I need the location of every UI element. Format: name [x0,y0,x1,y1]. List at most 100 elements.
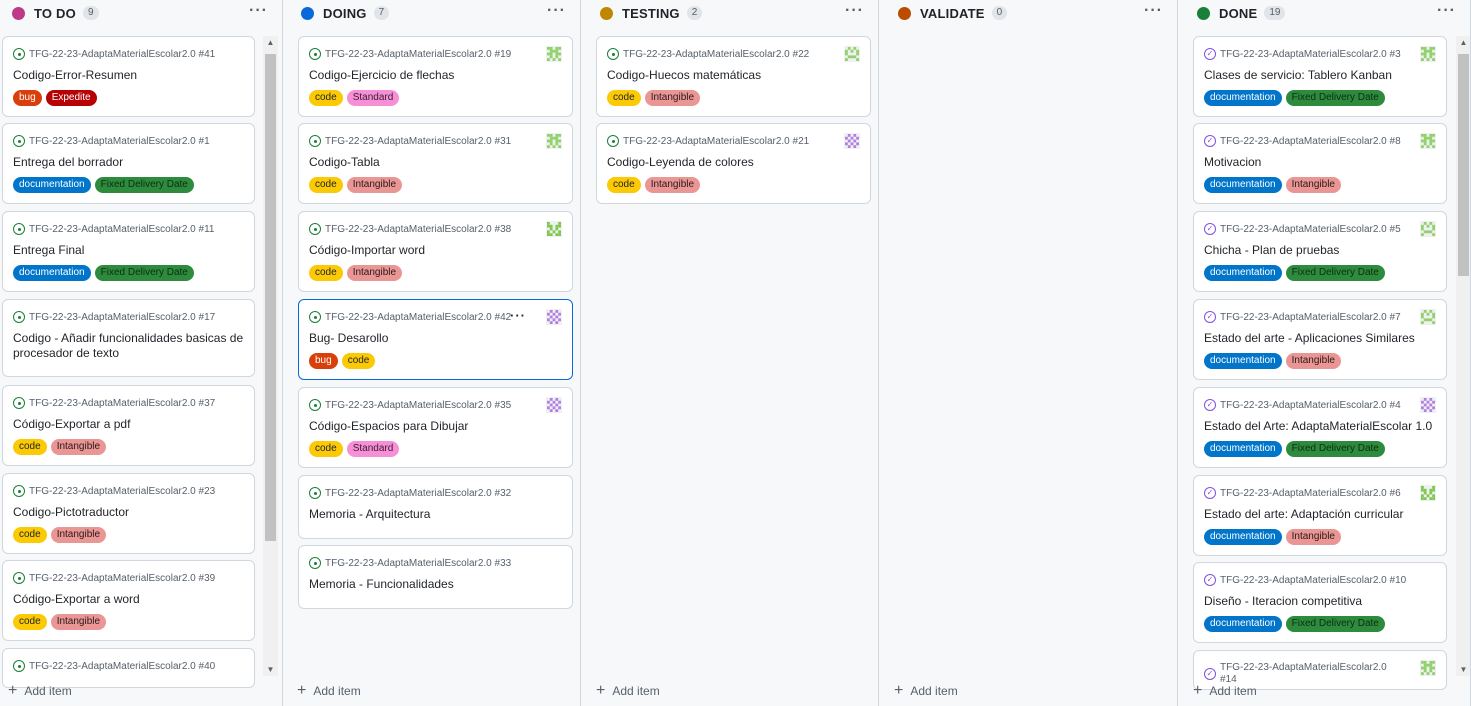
label-standard[interactable]: Standard [346,90,400,106]
scroll-down-icon[interactable]: ▼ [1456,665,1470,674]
label-documentation[interactable]: documentation [1204,265,1282,281]
issue-title[interactable]: Código-Espacios para Dibujar [309,419,562,434]
issue-reference[interactable]: TFG-22-23-AdaptaMaterialEscolar2.0 #33 [309,557,511,569]
issue-card[interactable]: ✓ TFG-22-23-AdaptaMaterialEscolar2.0 #10 D… [1193,562,1447,643]
column-scrollbar[interactable]: ▲ ▼ [263,36,278,676]
label-bug[interactable]: bug [309,353,338,369]
label-fixed-delivery-date[interactable]: Fixed Delivery Date [1285,441,1385,457]
label-documentation[interactable]: documentation [1204,353,1282,369]
label-intangible[interactable]: Intangible [1285,529,1341,545]
issue-title[interactable]: Codigo - Añadir funcionalidades basicas … [13,331,244,361]
issue-card[interactable]: TFG-22-23-AdaptaMaterialEscolar2.0 #41 Co… [2,36,255,117]
assignee-avatar[interactable] [1420,133,1436,149]
column-menu-icon[interactable]: ··· [1144,2,1163,20]
label-code[interactable]: code [607,90,641,106]
issue-card[interactable]: TFG-22-23-AdaptaMaterialEscolar2.0 #22 Co… [596,36,871,117]
issue-title[interactable]: Código-Exportar a pdf [13,417,244,432]
column-menu-icon[interactable]: ··· [249,2,268,20]
label-code[interactable]: code [309,441,343,457]
issue-reference[interactable]: TFG-22-23-AdaptaMaterialEscolar2.0 #31 [309,135,511,147]
issue-title[interactable]: Codigo-Leyenda de colores [607,155,860,170]
column-menu-icon[interactable]: ··· [1437,2,1456,20]
issue-reference[interactable]: ✓ TFG-22-23-AdaptaMaterialEscolar2.0 #3 [1204,48,1401,60]
column-menu-icon[interactable]: ··· [845,2,864,20]
issue-reference[interactable]: TFG-22-23-AdaptaMaterialEscolar2.0 #40 [13,660,215,672]
issue-title[interactable]: Codigo-Tabla [309,155,562,170]
label-code[interactable]: code [607,177,641,193]
scroll-up-icon[interactable]: ▲ [1456,38,1470,47]
issue-card[interactable]: TFG-22-23-AdaptaMaterialEscolar2.0 #23 Co… [2,473,255,554]
label-documentation[interactable]: documentation [1204,177,1282,193]
column-scrollbar[interactable]: ▲ ▼ [1456,36,1470,676]
label-code[interactable]: code [13,614,47,630]
assignee-avatar[interactable] [546,46,562,62]
issue-title[interactable]: Bug- Desarollo [309,331,562,346]
scroll-down-icon[interactable]: ▼ [263,665,278,674]
assignee-avatar[interactable] [546,309,562,325]
label-code[interactable]: code [13,439,47,455]
issue-reference[interactable]: ✓ TFG-22-23-AdaptaMaterialEscolar2.0 #4 [1204,399,1401,411]
issue-title[interactable]: Diseño - Iteracion competitiva [1204,594,1436,609]
issue-card[interactable]: TFG-22-23-AdaptaMaterialEscolar2.0 #35 Có… [298,387,573,468]
assignee-avatar[interactable] [844,46,860,62]
assignee-avatar[interactable] [1420,397,1436,413]
issue-card[interactable]: ✓ TFG-22-23-AdaptaMaterialEscolar2.0 #7 Es… [1193,299,1447,380]
issue-reference[interactable]: TFG-22-23-AdaptaMaterialEscolar2.0 #19 [309,48,511,60]
label-code[interactable]: code [341,353,376,369]
add-item-button[interactable]: + Add item [894,682,958,700]
issue-reference[interactable]: TFG-22-23-AdaptaMaterialEscolar2.0 #21 [607,135,809,147]
label-documentation[interactable]: documentation [13,177,91,193]
label-bug[interactable]: bug [13,90,42,106]
label-intangible[interactable]: Intangible [1285,177,1341,193]
issue-title[interactable]: Entrega del borrador [13,155,244,170]
label-fixed-delivery-date[interactable]: Fixed Delivery Date [1285,90,1385,106]
assignee-avatar[interactable] [1420,660,1436,676]
issue-reference[interactable]: TFG-22-23-AdaptaMaterialEscolar2.0 #42 [309,311,511,323]
add-item-button[interactable]: + Add item [596,682,660,700]
label-code[interactable]: code [13,527,47,543]
issue-reference[interactable]: TFG-22-23-AdaptaMaterialEscolar2.0 #35 [309,399,511,411]
add-item-button[interactable]: + Add item [1193,682,1257,700]
issue-reference[interactable]: TFG-22-23-AdaptaMaterialEscolar2.0 #23 [13,485,215,497]
assignee-avatar[interactable] [1420,46,1436,62]
label-fixed-delivery-date[interactable]: Fixed Delivery Date [94,177,194,193]
assignee-avatar[interactable] [844,133,860,149]
label-intangible[interactable]: Intangible [644,90,701,106]
issue-card[interactable]: TFG-22-23-AdaptaMaterialEscolar2.0 #42 Bu… [298,299,573,380]
issue-card[interactable]: TFG-22-23-AdaptaMaterialEscolar2.0 #19 Co… [298,36,573,117]
issue-card[interactable]: TFG-22-23-AdaptaMaterialEscolar2.0 #39 Có… [2,560,255,641]
issue-title[interactable]: Codigo-Huecos matemáticas [607,68,860,83]
label-intangible[interactable]: Intangible [50,527,107,543]
issue-title[interactable]: Memoria - Funcionalidades [309,577,562,592]
issue-title[interactable]: Codigo-Pictotraductor [13,505,244,520]
issue-title[interactable]: Clases de servicio: Tablero Kanban [1204,68,1436,83]
label-fixed-delivery-date[interactable]: Fixed Delivery Date [1285,616,1385,632]
issue-card[interactable]: ✓ TFG-22-23-AdaptaMaterialEscolar2.0 #5 Ch… [1193,211,1447,292]
issue-reference[interactable]: TFG-22-23-AdaptaMaterialEscolar2.0 #37 [13,397,215,409]
issue-title[interactable]: Código-Exportar a word [13,592,244,607]
add-item-button[interactable]: + Add item [297,682,361,700]
issue-title[interactable]: Codigo-Ejercicio de flechas [309,68,562,83]
column-menu-icon[interactable]: ··· [547,2,566,20]
issue-title[interactable]: Memoria - Arquitectura [309,507,562,522]
issue-title[interactable]: Estado del Arte: AdaptaMaterialEscolar 1… [1204,419,1436,434]
label-intangible[interactable]: Intangible [644,177,701,193]
label-code[interactable]: code [309,177,343,193]
issue-title[interactable]: Estado del arte - Aplicaciones Similares [1204,331,1436,346]
label-documentation[interactable]: documentation [1204,441,1282,457]
issue-title[interactable]: Entrega Final [13,243,244,258]
label-documentation[interactable]: documentation [1204,529,1282,545]
issue-reference[interactable]: ✓ TFG-22-23-AdaptaMaterialEscolar2.0 #8 [1204,135,1401,147]
issue-reference[interactable]: TFG-22-23-AdaptaMaterialEscolar2.0 #32 [309,487,511,499]
issue-card[interactable]: ✓ TFG-22-23-AdaptaMaterialEscolar2.0 #4 Es… [1193,387,1447,468]
issue-reference[interactable]: TFG-22-23-AdaptaMaterialEscolar2.0 #41 [13,48,215,60]
issue-reference[interactable]: ✓ TFG-22-23-AdaptaMaterialEscolar2.0 #6 [1204,487,1401,499]
issue-title[interactable]: Motivacion [1204,155,1436,170]
label-intangible[interactable]: Intangible [346,177,403,193]
label-standard[interactable]: Standard [346,441,400,457]
issue-card[interactable]: TFG-22-23-AdaptaMaterialEscolar2.0 #38 Có… [298,211,573,292]
assignee-avatar[interactable] [1420,221,1436,237]
issue-card[interactable]: TFG-22-23-AdaptaMaterialEscolar2.0 #37 Có… [2,385,255,466]
issue-title[interactable]: Código-Importar word [309,243,562,258]
label-intangible[interactable]: Intangible [1285,353,1341,369]
